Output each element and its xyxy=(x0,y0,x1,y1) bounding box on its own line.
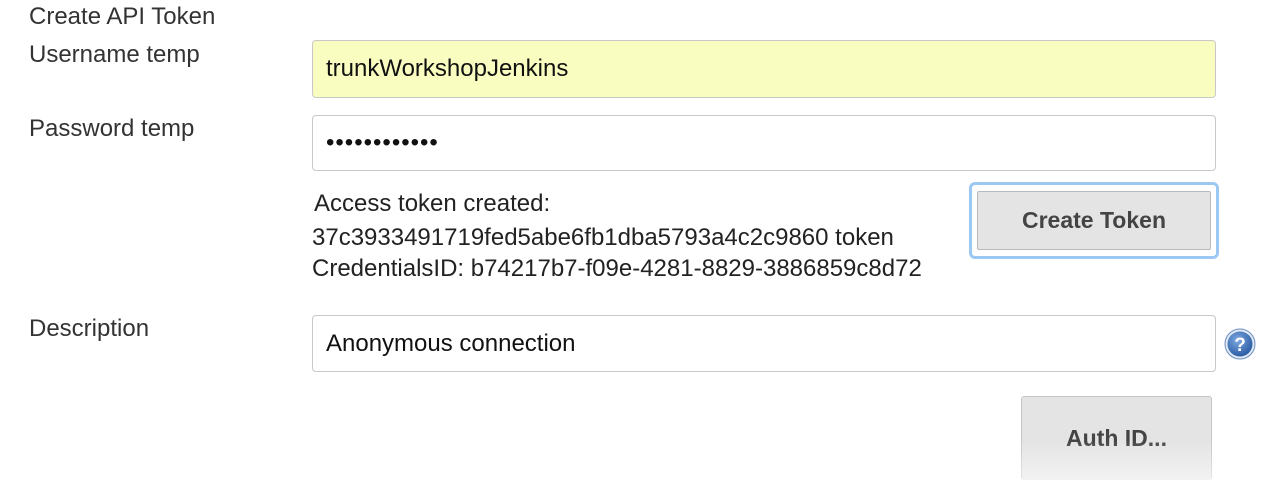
auth-id-button[interactable]: Auth ID... xyxy=(1021,396,1212,480)
help-icon[interactable]: ? xyxy=(1224,328,1256,360)
auth-id-button-label: Auth ID... xyxy=(1066,425,1167,451)
token-created-heading: Access token created: xyxy=(314,190,551,217)
token-value-text: 37c3933491719fed5abe6fb1dba5793a4c2c9860… xyxy=(312,224,894,251)
description-input[interactable] xyxy=(312,315,1216,372)
section-title: Create API Token xyxy=(29,3,216,30)
create-token-button-label: Create Token xyxy=(1021,207,1166,233)
credentials-id-text: CredentialsID: b74217b7-f09e-4281-8829-3… xyxy=(312,255,922,282)
api-token-form: Create API Token Username temp Password … xyxy=(0,0,1272,480)
password-input[interactable] xyxy=(312,115,1216,171)
password-label: Password temp xyxy=(29,115,195,142)
username-input[interactable] xyxy=(312,40,1216,98)
svg-text:?: ? xyxy=(1234,335,1246,356)
create-token-button-face[interactable]: Create Token xyxy=(977,191,1211,250)
description-label: Description xyxy=(29,315,150,342)
create-token-button[interactable]: Create Token xyxy=(969,182,1219,259)
username-label: Username temp xyxy=(29,41,200,68)
